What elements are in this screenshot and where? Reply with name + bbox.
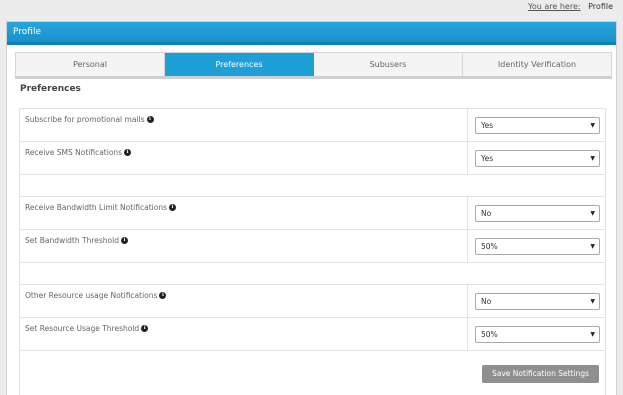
resource-notifications-select[interactable]: No ▼ bbox=[475, 292, 600, 310]
setting-row-resource-threshold: Set Resource Usage Threshold i 50% ▼ bbox=[20, 318, 605, 351]
tab-subusers[interactable]: Subusers bbox=[314, 53, 463, 76]
setting-label: Subscribe for promotional mails bbox=[25, 115, 145, 124]
tab-bar: Personal Preferences Subusers Identity V… bbox=[15, 52, 612, 79]
save-notification-settings-button[interactable]: Save Notification Settings bbox=[482, 365, 599, 383]
promotional-mails-select[interactable]: Yes ▼ bbox=[475, 116, 600, 134]
setting-label: Set Bandwidth Threshold bbox=[25, 236, 119, 245]
sms-notifications-select[interactable]: Yes ▼ bbox=[475, 149, 600, 167]
tab-preferences[interactable]: Preferences bbox=[165, 53, 314, 76]
caret-down-icon: ▼ bbox=[590, 297, 595, 305]
info-icon[interactable]: i bbox=[120, 237, 128, 244]
setting-row-bandwidth-threshold: Set Bandwidth Threshold i 50% ▼ bbox=[20, 230, 605, 263]
setting-label: Receive Bandwidth Limit Notifications bbox=[25, 203, 167, 212]
profile-panel: Profile Personal Preferences Subusers Id… bbox=[6, 21, 617, 395]
info-icon[interactable]: i bbox=[159, 292, 167, 299]
form-footer: Save Notification Settings bbox=[20, 351, 605, 395]
setting-row-sms-notifications: Receive SMS Notifications i Yes ▼ bbox=[20, 142, 605, 175]
resource-threshold-select[interactable]: 50% ▼ bbox=[475, 325, 600, 343]
caret-down-icon: ▼ bbox=[590, 209, 595, 217]
breadcrumb-current: Profile bbox=[588, 2, 613, 11]
tab-personal[interactable]: Personal bbox=[16, 53, 165, 76]
setting-label: Receive SMS Notifications bbox=[25, 148, 123, 157]
breadcrumb-link[interactable]: You are here: bbox=[528, 2, 581, 11]
caret-down-icon: ▼ bbox=[590, 242, 595, 250]
setting-row-bandwidth-notifications: Receive Bandwidth Limit Notifications i … bbox=[20, 197, 605, 230]
select-value: Yes bbox=[481, 153, 494, 163]
caret-down-icon: ▼ bbox=[590, 330, 595, 338]
panel-title: Profile bbox=[7, 22, 616, 45]
bandwidth-notifications-select[interactable]: No ▼ bbox=[475, 204, 600, 222]
setting-row-promotional-mails: Subscribe for promotional mails i Yes ▼ bbox=[20, 109, 605, 142]
caret-down-icon: ▼ bbox=[590, 121, 595, 129]
tab-identity-verification[interactable]: Identity Verification bbox=[463, 53, 611, 76]
select-value: 50% bbox=[481, 329, 498, 339]
select-value: No bbox=[481, 296, 492, 306]
breadcrumb: You are here: Profile bbox=[528, 0, 613, 14]
select-value: Yes bbox=[481, 120, 494, 130]
setting-label: Set Resource Usage Threshold bbox=[25, 324, 140, 333]
select-value: 50% bbox=[481, 241, 498, 251]
setting-row-resource-notifications: Other Resource usage Notifications i No … bbox=[20, 285, 605, 318]
info-icon[interactable]: i bbox=[168, 204, 176, 211]
select-value: No bbox=[481, 208, 492, 218]
preferences-table: Subscribe for promotional mails i Yes ▼ … bbox=[19, 108, 606, 395]
info-icon[interactable]: i bbox=[141, 325, 149, 332]
caret-down-icon: ▼ bbox=[590, 154, 595, 162]
bandwidth-threshold-select[interactable]: 50% ▼ bbox=[475, 237, 600, 255]
setting-label: Other Resource usage Notifications bbox=[25, 291, 158, 300]
section-title: Preferences bbox=[20, 84, 81, 94]
spacer-row bbox=[20, 175, 605, 197]
info-icon[interactable]: i bbox=[146, 116, 154, 123]
spacer-row bbox=[20, 263, 605, 285]
info-icon[interactable]: i bbox=[124, 149, 132, 156]
